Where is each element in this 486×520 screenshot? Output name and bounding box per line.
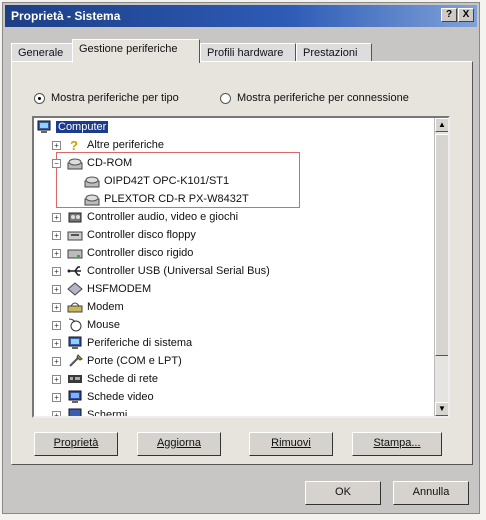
tree-item[interactable]: + Periferiche di sistema	[52, 334, 192, 352]
radio-selected-icon[interactable]	[34, 92, 45, 104]
monitor-icon	[67, 408, 83, 416]
view-by-connection-label: Mostra periferiche per connessione	[237, 92, 409, 104]
tab-gestione-periferiche[interactable]: Gestione periferiche	[72, 39, 200, 63]
refresh-button-label: Aggiorna	[156, 437, 202, 449]
tree-item-label: PLEXTOR CD-R PX-W8432T	[104, 193, 249, 205]
remove-button-label: Rimuovi	[271, 437, 311, 449]
tree-item[interactable]: PLEXTOR CD-R PX-W8432T	[84, 190, 249, 208]
tree-item[interactable]: + Mouse	[52, 316, 120, 334]
tree-item[interactable]: + Modem	[52, 298, 124, 316]
computer-icon	[36, 120, 52, 134]
expand-icon[interactable]: +	[52, 230, 61, 240]
tree-item[interactable]: + Controller audio, video e giochi	[52, 208, 238, 226]
title-bar[interactable]: Proprietà - Sistema ? X	[5, 5, 477, 27]
tree-item-label: Controller USB (Universal Serial Bus)	[87, 265, 270, 277]
computer-icon	[67, 336, 83, 350]
tree-item-label: Schermi	[87, 409, 128, 418]
expand-icon[interactable]: +	[52, 338, 61, 348]
tree-item[interactable]: + Porte (COM e LPT)	[52, 352, 182, 370]
tree-item[interactable]: + Schermi	[52, 406, 128, 418]
tree-item-label: Altre periferiche	[87, 139, 165, 151]
tab-profili-hardware[interactable]: Profili hardware	[200, 43, 296, 61]
remove-button[interactable]: Rimuovi	[249, 432, 333, 456]
expand-icon[interactable]: +	[52, 140, 61, 150]
expand-icon[interactable]: +	[52, 212, 61, 222]
harddisk-icon	[67, 246, 83, 260]
modem-diamond-icon	[67, 282, 83, 296]
tree-item-label: Mouse	[87, 319, 121, 331]
print-button-label: Stampa...	[373, 437, 421, 449]
audio-icon	[67, 210, 83, 224]
expand-icon[interactable]: +	[52, 302, 61, 312]
view-by-type-label: Mostra periferiche per tipo	[51, 92, 179, 104]
system-properties-window: Proprietà - Sistema ? X Generale Gestion…	[2, 2, 480, 514]
device-tree[interactable]: Computer + ? Altre periferiche − CD-ROM	[32, 116, 450, 418]
floppy-icon	[67, 228, 83, 242]
port-icon	[67, 354, 83, 368]
svg-text:?: ?	[70, 138, 78, 152]
view-by-type-option[interactable]: Mostra periferiche per tipo	[34, 90, 179, 106]
vertical-scrollbar[interactable]: ▲ ▼	[434, 118, 448, 416]
scroll-up-icon[interactable]: ▲	[435, 118, 448, 132]
ok-button[interactable]: OK	[305, 481, 381, 505]
tree-item[interactable]: − CD-ROM	[52, 154, 132, 172]
expand-icon[interactable]: +	[52, 248, 61, 258]
usb-icon	[67, 264, 83, 278]
cdrom-icon	[67, 156, 83, 170]
tab-prestazioni[interactable]: Prestazioni	[296, 43, 372, 61]
tree-item[interactable]: + Schede di rete	[52, 370, 158, 388]
network-icon	[67, 372, 83, 386]
tree-item-label: Controller audio, video e giochi	[87, 211, 239, 223]
tree-item-label: OIPD42T OPC-K101/ST1	[104, 175, 230, 187]
mouse-icon	[67, 318, 83, 332]
expand-icon[interactable]: +	[52, 356, 61, 366]
window-title: Proprietà - Sistema	[11, 9, 121, 23]
cancel-button-label: Annulla	[412, 486, 450, 498]
tree-item[interactable]: + HSFMODEM	[52, 280, 151, 298]
radio-unselected-icon[interactable]	[220, 92, 231, 104]
tree-item[interactable]: + Controller disco rigido	[52, 244, 193, 262]
help-button[interactable]: ?	[441, 8, 457, 22]
expand-icon[interactable]: +	[52, 284, 61, 294]
expand-icon[interactable]: +	[52, 410, 61, 416]
properties-button[interactable]: Proprietà	[34, 432, 118, 456]
tree-item[interactable]: OIPD42T OPC-K101/ST1	[84, 172, 229, 190]
view-by-connection-option[interactable]: Mostra periferiche per connessione	[220, 90, 409, 106]
collapse-icon[interactable]: −	[52, 158, 61, 168]
close-button[interactable]: X	[458, 8, 474, 22]
expand-icon[interactable]: +	[52, 320, 61, 330]
tree-item[interactable]: + ? Altre periferiche	[52, 136, 164, 154]
tree-item-label: Controller disco floppy	[87, 229, 196, 241]
modem-icon	[67, 300, 83, 314]
scrollbar-thumb[interactable]	[435, 134, 448, 356]
tree-item-label: Schede di rete	[87, 373, 158, 385]
cdrom-icon	[84, 192, 100, 206]
tree-item-label: Porte (COM e LPT)	[87, 355, 182, 367]
tree-item[interactable]: + Controller USB (Universal Serial Bus)	[52, 262, 270, 280]
tree-item-label: Modem	[87, 301, 124, 313]
properties-button-label: Proprietà	[53, 437, 99, 449]
tree-root-label: Computer	[56, 121, 109, 133]
ok-button-label: OK	[335, 486, 351, 498]
cancel-button[interactable]: Annulla	[393, 481, 469, 505]
expand-icon[interactable]: +	[52, 266, 61, 276]
tree-item-label: HSFMODEM	[87, 283, 152, 295]
print-button[interactable]: Stampa...	[352, 432, 442, 456]
tab-generale[interactable]: Generale	[11, 43, 73, 61]
cdrom-icon	[84, 174, 100, 188]
tree-item-label: CD-ROM	[87, 157, 133, 169]
device-manager-panel: Mostra periferiche per tipo Mostra perif…	[11, 61, 473, 465]
refresh-button[interactable]: Aggiorna	[137, 432, 221, 456]
tree-item[interactable]: + Controller disco floppy	[52, 226, 196, 244]
tree-item-label: Controller disco rigido	[87, 247, 194, 259]
tree-item[interactable]: + Schede video	[52, 388, 154, 406]
question-icon: ?	[67, 138, 83, 153]
tree-item-label: Schede video	[87, 391, 154, 403]
tree-item-label: Periferiche di sistema	[87, 337, 193, 349]
display-icon	[67, 390, 83, 404]
expand-icon[interactable]: +	[52, 374, 61, 384]
scroll-down-icon[interactable]: ▼	[435, 402, 448, 416]
tree-root-computer[interactable]: Computer	[36, 118, 109, 136]
expand-icon[interactable]: +	[52, 392, 61, 402]
